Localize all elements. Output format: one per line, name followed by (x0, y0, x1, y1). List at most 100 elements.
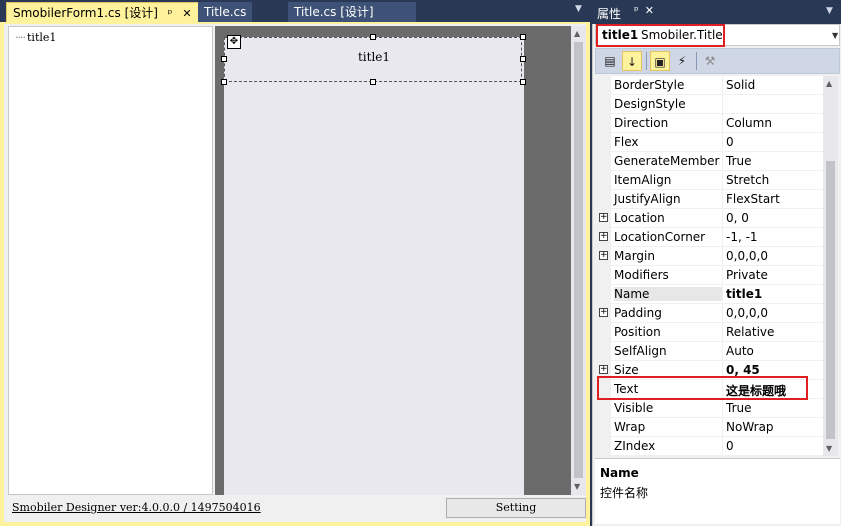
column-divider (722, 190, 723, 209)
tab-title-design[interactable]: Title.cs [设计] (288, 2, 416, 22)
property-name: SelfAlign (614, 344, 667, 358)
property-value[interactable]: 0,0,0,0 (726, 306, 768, 320)
expand-icon[interactable]: + (599, 251, 608, 260)
property-value[interactable]: Stretch (726, 173, 769, 187)
property-value[interactable]: Relative (726, 325, 774, 339)
property-name: Modifiers (614, 268, 669, 282)
chevron-down-icon[interactable]: ▼ (832, 31, 838, 40)
property-value[interactable]: title1 (726, 287, 762, 301)
property-value[interactable]: True (726, 154, 752, 168)
property-row[interactable]: JustifyAlign FlexStart (597, 190, 823, 209)
scroll-down-icon[interactable]: ▼ (574, 482, 580, 491)
property-value[interactable]: True (726, 401, 752, 415)
version-link[interactable]: Smobiler Designer ver:4.0.0.0 / 14975040… (12, 501, 261, 514)
property-row[interactable]: SelfAlign Auto (597, 342, 823, 361)
tree-item-title1[interactable]: ···· title1 (15, 31, 56, 44)
designer-status-bar: Smobiler Designer ver:4.0.0.0 / 14975040… (8, 496, 586, 518)
property-value[interactable]: 0 (726, 135, 734, 149)
expand-icon[interactable]: + (599, 213, 608, 222)
property-value[interactable]: 0,0,0,0 (726, 249, 768, 263)
scroll-down-icon[interactable]: ▼ (826, 444, 832, 453)
property-name: ItemAlign (614, 173, 672, 187)
resize-handle-bottom-right[interactable] (520, 79, 526, 85)
setting-button[interactable]: Setting (446, 498, 586, 518)
row-gutter (597, 114, 611, 133)
column-divider (722, 437, 723, 456)
property-row[interactable]: Position Relative (597, 323, 823, 342)
property-value[interactable]: Column (726, 116, 772, 130)
property-value[interactable]: NoWrap (726, 420, 774, 434)
properties-toolbar: ▤ ↓ ▣ ⚡ ⚒ (595, 48, 840, 74)
form-surface[interactable]: title1 ✥ (221, 34, 526, 495)
resize-handle-bottom-left[interactable] (221, 79, 227, 85)
property-row[interactable]: ZIndex 0 (597, 437, 823, 456)
resize-handle-left[interactable] (221, 56, 227, 62)
row-gutter (597, 323, 611, 342)
move-icon[interactable]: ✥ (227, 35, 241, 49)
property-row[interactable]: Modifiers Private (597, 266, 823, 285)
property-name: Flex (614, 135, 639, 149)
tab-smobilerform1-design[interactable]: SmobilerForm1.cs [设计] ᵖ ✕ (6, 2, 199, 22)
property-row[interactable]: DesignStyle (597, 95, 823, 114)
property-row[interactable]: ItemAlign Stretch (597, 171, 823, 190)
tab-title-cs[interactable]: Title.cs (198, 2, 253, 22)
categorized-icon[interactable]: ▤ (600, 51, 620, 71)
row-gutter (597, 437, 611, 456)
property-value[interactable]: Private (726, 268, 768, 282)
events-icon[interactable]: ⚡ (672, 51, 692, 71)
column-divider (722, 304, 723, 323)
scroll-up-icon[interactable]: ▲ (574, 29, 580, 38)
property-value[interactable]: 0, 45 (726, 363, 760, 377)
property-row[interactable]: Visible True (597, 399, 823, 418)
expand-icon[interactable]: + (599, 365, 608, 374)
property-row[interactable]: Wrap NoWrap (597, 418, 823, 437)
property-value[interactable]: 0, 0 (726, 211, 749, 225)
column-divider (722, 266, 723, 285)
chevron-down-icon[interactable]: ▼ (575, 4, 582, 14)
property-value[interactable]: Solid (726, 78, 755, 92)
toolbar-divider (646, 52, 647, 70)
row-gutter (597, 418, 611, 437)
scroll-up-icon[interactable]: ▲ (826, 79, 832, 88)
property-row[interactable]: + LocationCorner -1, -1 (597, 228, 823, 247)
properties-header-controls: ᵖ ✕ (628, 4, 654, 17)
property-row[interactable]: + Padding 0,0,0,0 (597, 304, 823, 323)
close-icon[interactable]: ✕ (182, 4, 191, 24)
property-value[interactable]: Auto (726, 344, 754, 358)
alphabetical-icon[interactable]: ↓ (622, 51, 642, 71)
pin-icon[interactable]: ᵖ (634, 4, 639, 17)
column-divider (722, 323, 723, 342)
close-icon[interactable]: ✕ (645, 4, 654, 17)
row-gutter: + (597, 228, 611, 247)
chevron-down-icon[interactable]: ▼ (826, 6, 833, 16)
property-grid-scrollbar[interactable]: ▲ ▼ (823, 76, 838, 456)
document-body: ···· title1 title1 ✥ ▲ ▼ Smobiler Design… (0, 22, 590, 526)
property-row-selected[interactable]: Name title1 (597, 285, 823, 304)
property-row[interactable]: + Location 0, 0 (597, 209, 823, 228)
property-row[interactable]: BorderStyle Solid (597, 76, 823, 95)
designer-scrollbar[interactable]: ▲ ▼ (571, 26, 586, 495)
property-value[interactable]: 0 (726, 439, 734, 453)
resize-handle-top-right[interactable] (520, 34, 526, 40)
property-value[interactable]: FlexStart (726, 192, 780, 206)
expand-icon[interactable]: + (599, 308, 608, 317)
property-row[interactable]: GenerateMember True (597, 152, 823, 171)
property-row[interactable]: Flex 0 (597, 133, 823, 152)
property-pages-icon[interactable]: ⚒ (700, 51, 720, 71)
resize-handle-top[interactable] (370, 34, 376, 40)
scroll-thumb[interactable] (574, 42, 583, 478)
properties-icon[interactable]: ▣ (650, 51, 670, 71)
row-gutter (597, 152, 611, 171)
expand-icon[interactable]: + (599, 232, 608, 241)
description-title: Name (600, 466, 639, 480)
resize-handle-bottom[interactable] (370, 79, 376, 85)
resize-handle-right[interactable] (520, 56, 526, 62)
property-value[interactable]: -1, -1 (726, 230, 758, 244)
pin-icon[interactable]: ᵖ (168, 4, 173, 24)
column-divider (722, 399, 723, 418)
title-control[interactable]: title1 (224, 37, 522, 82)
document-tab-strip: SmobilerForm1.cs [设计] ᵖ ✕ Title.cs Title… (0, 0, 590, 22)
property-row[interactable]: Direction Column (597, 114, 823, 133)
scroll-thumb[interactable] (826, 161, 835, 439)
property-row[interactable]: + Margin 0,0,0,0 (597, 247, 823, 266)
